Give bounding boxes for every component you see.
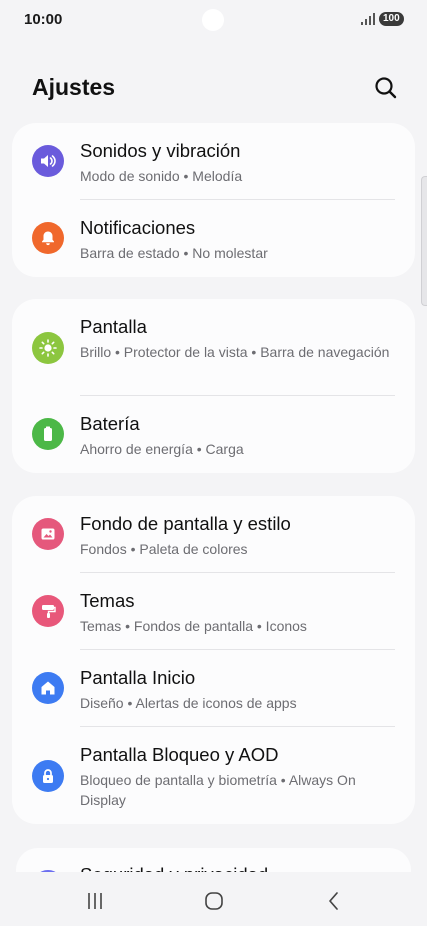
item-title: Fondo de pantalla y estilo — [80, 513, 291, 534]
battery-icon — [32, 418, 64, 450]
item-title: Sonidos y vibración — [80, 140, 241, 161]
item-title: Notificaciones — [80, 217, 196, 238]
item-subtitle: Brillo • Protector de la vista • Barra d… — [80, 344, 390, 360]
signal-icon — [361, 13, 375, 25]
item-title: Pantalla — [80, 316, 147, 337]
settings-item-themes[interactable]: Temas Temas • Fondos de pantalla • Icono… — [12, 573, 415, 650]
image-icon — [32, 518, 64, 550]
item-subtitle: Barra de estado • No molestar — [80, 245, 268, 261]
navigation-bar — [0, 872, 427, 926]
item-title: Pantalla Bloqueo y AOD — [80, 744, 279, 765]
home-button[interactable] — [199, 886, 229, 916]
item-subtitle: Ahorro de energía • Carga — [80, 441, 244, 457]
back-button[interactable] — [319, 886, 349, 916]
item-subtitle: Diseño • Alertas de iconos de apps — [80, 695, 297, 711]
camera-cutout — [202, 9, 224, 31]
recent-apps-icon — [88, 893, 102, 909]
settings-item-home-screen[interactable]: Pantalla Inicio Diseño • Alertas de icon… — [12, 650, 415, 727]
lock-icon — [32, 760, 64, 792]
settings-item-lock-screen[interactable]: Pantalla Bloqueo y AOD Bloqueo de pantal… — [12, 727, 415, 824]
settings-group-3: Fondo de pantalla y estilo Fondos • Pale… — [12, 496, 415, 824]
recent-apps-button[interactable] — [80, 886, 110, 916]
edge-panel-handle[interactable] — [421, 176, 427, 306]
settings-item-wallpaper[interactable]: Fondo de pantalla y estilo Fondos • Pale… — [12, 496, 415, 573]
status-bar: 10:00 100 — [0, 0, 427, 40]
home-button-icon — [205, 892, 223, 910]
settings-item-display[interactable]: Pantalla Brillo • Protector de la vista … — [12, 299, 415, 396]
item-subtitle: Temas • Fondos de pantalla • Iconos — [80, 618, 307, 634]
settings-group-1: Sonidos y vibración Modo de sonido • Mel… — [12, 123, 415, 277]
volume-icon — [32, 145, 64, 177]
item-subtitle: Modo de sonido • Melodía — [80, 168, 243, 184]
settings-item-notifications[interactable]: Notificaciones Barra de estado • No mole… — [12, 200, 415, 277]
settings-group-2: Pantalla Brillo • Protector de la vista … — [12, 299, 415, 473]
item-subtitle: Bloqueo de pantalla y biometría • Always… — [80, 772, 356, 808]
paint-roller-icon — [32, 595, 64, 627]
item-title: Pantalla Inicio — [80, 667, 196, 688]
status-time: 10:00 — [24, 11, 63, 28]
settings-item-sounds[interactable]: Sonidos y vibración Modo de sonido • Mel… — [12, 123, 415, 200]
item-title: Temas — [80, 590, 135, 611]
sun-icon — [32, 332, 64, 364]
home-icon — [32, 672, 64, 704]
bell-icon — [32, 222, 64, 254]
page-title: Ajustes — [32, 74, 116, 100]
search-icon — [375, 77, 397, 99]
back-icon — [329, 892, 338, 910]
item-title: Batería — [80, 413, 140, 434]
search-button[interactable] — [372, 74, 400, 102]
settings-item-battery[interactable]: Batería Ahorro de energía • Carga — [12, 396, 415, 473]
battery-indicator: 100 — [379, 12, 404, 26]
item-subtitle: Fondos • Paleta de colores — [80, 541, 248, 557]
